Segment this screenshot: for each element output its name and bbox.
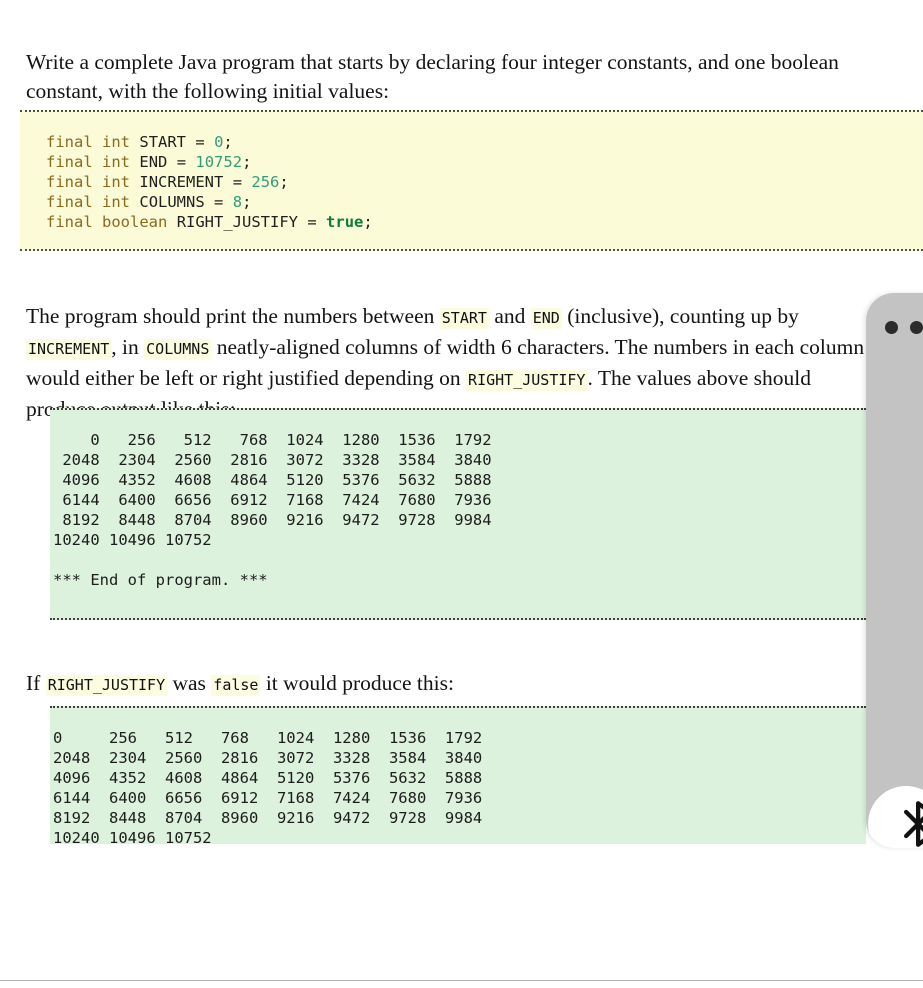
inline-code-right-justify: RIGHT_JUSTIFY bbox=[466, 369, 588, 391]
identifier-name: START bbox=[139, 133, 187, 151]
bluetooth-icon bbox=[904, 801, 923, 847]
panel-dot-left-icon bbox=[885, 321, 898, 334]
literal-value: true bbox=[326, 213, 364, 231]
intro-text: Write a complete Java program that start… bbox=[26, 49, 839, 103]
false-seg-2: was bbox=[167, 670, 212, 695]
explain-seg-1: The program should print the numbers bet… bbox=[26, 303, 440, 328]
keyword-type: int bbox=[102, 193, 131, 211]
semicolon: ; bbox=[242, 193, 252, 211]
literal-value: 10752 bbox=[195, 153, 243, 171]
java-code-text: final int START = 0; final int END = 107… bbox=[20, 112, 923, 232]
assign-operator: = bbox=[195, 133, 205, 151]
false-seg-3: it would produce this: bbox=[260, 670, 454, 695]
inline-code-increment: INCREMENT bbox=[26, 338, 112, 360]
panel-dots-group bbox=[885, 321, 923, 335]
code-line: final int END = 10752; bbox=[46, 153, 251, 171]
identifier-name: END bbox=[139, 153, 168, 171]
keyword-type: int bbox=[102, 133, 131, 151]
output-right-text: 0 256 512 768 1024 1280 1536 1792 2048 2… bbox=[53, 431, 492, 589]
explain-seg-4: , in bbox=[111, 334, 145, 359]
floating-overlay-panel[interactable] bbox=[866, 293, 923, 848]
identifier-name: INCREMENT bbox=[139, 173, 224, 191]
keyword-type: int bbox=[102, 173, 131, 191]
explanation-paragraph: The program should print the numbers bet… bbox=[26, 302, 866, 424]
keyword-final: final bbox=[46, 213, 93, 231]
literal-value: 0 bbox=[214, 133, 224, 151]
intro-paragraph: Write a complete Java program that start… bbox=[26, 48, 898, 106]
inline-code-columns: COLUMNS bbox=[144, 338, 212, 360]
literal-value: 256 bbox=[251, 173, 280, 191]
code-line: final boolean RIGHT_JUSTIFY = true; bbox=[46, 213, 373, 231]
output-left-text: 0 256 512 768 1024 1280 1536 1792 2048 2… bbox=[53, 729, 483, 847]
panel-dot-right-icon bbox=[910, 321, 923, 334]
keyword-final: final bbox=[46, 133, 93, 151]
inline-code-start: START bbox=[439, 307, 489, 329]
literal-value: 8 bbox=[232, 193, 243, 211]
false-seg-1: If bbox=[26, 670, 46, 695]
keyword-final: final bbox=[46, 193, 93, 211]
assign-operator: = bbox=[232, 173, 243, 191]
keyword-type: int bbox=[102, 153, 131, 171]
keyword-final: final bbox=[46, 153, 93, 171]
document-page: Write a complete Java program that start… bbox=[0, 0, 923, 988]
page-bottom-divider bbox=[0, 980, 923, 981]
code-line: final int INCREMENT = 256; bbox=[46, 173, 289, 191]
assign-operator: = bbox=[176, 153, 187, 171]
semicolon: ; bbox=[363, 213, 373, 231]
semicolon: ; bbox=[242, 153, 252, 171]
output-block-left-justified: 0 256 512 768 1024 1280 1536 1792 2048 2… bbox=[50, 706, 866, 847]
semicolon: ; bbox=[223, 133, 233, 151]
java-code-block: final int START = 0; final int END = 107… bbox=[20, 110, 923, 251]
explain-seg-2: and bbox=[488, 303, 531, 328]
semicolon: ; bbox=[279, 173, 289, 191]
keyword-final: final bbox=[46, 173, 93, 191]
identifier-name: COLUMNS bbox=[139, 193, 205, 211]
identifier-name: RIGHT_JUSTIFY bbox=[176, 213, 299, 231]
output-block-right-justified: 0 256 512 768 1024 1280 1536 1792 2048 2… bbox=[50, 408, 866, 620]
assign-operator: = bbox=[214, 193, 224, 211]
false-case-paragraph: If RIGHT_JUSTIFY was false it would prod… bbox=[26, 669, 726, 700]
assign-operator: = bbox=[307, 213, 317, 231]
code-line: final int COLUMNS = 8; bbox=[46, 193, 251, 211]
explain-seg-3: (inclusive), counting up by bbox=[561, 303, 799, 328]
inline-code-right-justify: RIGHT_JUSTIFY bbox=[45, 674, 168, 696]
inline-code-end: END bbox=[530, 307, 562, 329]
keyword-type: boolean bbox=[102, 213, 168, 231]
inline-code-false: false bbox=[211, 674, 261, 696]
code-line: final int START = 0; bbox=[46, 133, 233, 151]
bluetooth-button-circle[interactable] bbox=[868, 786, 923, 848]
